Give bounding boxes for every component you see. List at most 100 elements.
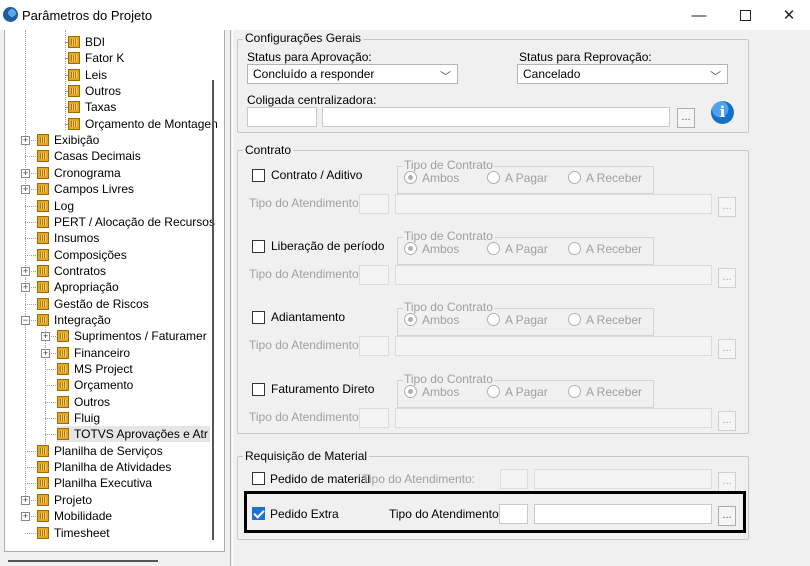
tree-item[interactable]: Orçamento de Montagen — [68, 116, 218, 132]
collapse-icon[interactable]: − — [21, 315, 30, 325]
tree-item-label: Taxas — [85, 100, 117, 115]
tree-item[interactable]: Insumos — [37, 230, 99, 246]
approval-status-select[interactable]: Concluído a responder ﹀ — [247, 64, 458, 84]
expand-icon[interactable]: + — [21, 512, 30, 522]
atendimento-browse-button[interactable]: ... — [718, 268, 736, 288]
tree-item[interactable]: BDI — [68, 34, 105, 50]
radio-ambos[interactable] — [404, 385, 417, 398]
material-requisition-title: Requisição de Material — [243, 449, 370, 463]
tree-item[interactable]: Fator K — [68, 50, 124, 66]
pedido-material-browse-button[interactable]: ... — [718, 472, 736, 492]
tree-item[interactable]: Integração — [37, 312, 111, 328]
expand-icon[interactable]: + — [21, 495, 30, 505]
radio-ambos[interactable] — [404, 313, 417, 326]
tree-item[interactable]: Contratos — [37, 263, 106, 279]
radio-a-pagar[interactable] — [487, 242, 500, 255]
folder-settings-icon — [37, 313, 49, 326]
radio-ambos[interactable] — [404, 171, 417, 184]
atendimento-code-input[interactable] — [359, 265, 389, 285]
atendimento-name-input[interactable] — [395, 194, 712, 214]
radio-a-receber[interactable] — [568, 313, 581, 326]
tree-connector — [65, 123, 67, 125]
expand-icon[interactable]: + — [21, 136, 30, 146]
tree-item-label: Orçamento de Montagen — [85, 116, 218, 131]
radio-a-receber[interactable] — [568, 385, 581, 398]
radio-a-receber[interactable] — [568, 171, 581, 184]
expand-icon[interactable]: + — [21, 266, 30, 276]
tree-item[interactable]: TOTVS Aprovações e Atr — [57, 426, 210, 443]
tree-item[interactable]: Orçamento — [57, 377, 133, 393]
contract-row-checkbox[interactable] — [252, 240, 265, 253]
tree-item[interactable]: Log — [37, 198, 74, 214]
radio-a-pagar[interactable] — [487, 171, 500, 184]
expand-icon[interactable]: + — [21, 283, 30, 293]
tree-item[interactable]: Fluig — [57, 410, 100, 426]
pedido-material-atendimento-code[interactable] — [500, 469, 528, 489]
radio-ambos[interactable] — [404, 242, 417, 255]
tree-item[interactable]: Outros — [57, 394, 110, 410]
tree-horizontal-scrollbar[interactable] — [8, 560, 158, 562]
radio-ambos-label: Ambos — [422, 385, 460, 399]
minimize-button[interactable]: — — [676, 0, 722, 30]
tree-item[interactable]: Apropriação — [37, 279, 119, 295]
rejection-status-select[interactable]: Cancelado ﹀ — [517, 64, 728, 84]
tree-item-label: BDI — [85, 35, 106, 49]
atendimento-browse-button[interactable]: ... — [718, 339, 736, 359]
atendimento-code-input[interactable] — [359, 194, 389, 214]
maximize-button[interactable] — [722, 0, 768, 30]
folder-settings-icon — [57, 395, 69, 408]
tree-item[interactable]: PERT / Alocação de Recursos — [37, 214, 215, 230]
radio-a-pagar-label: A Pagar — [505, 171, 548, 185]
info-icon[interactable]: i — [711, 101, 734, 124]
contract-row-checkbox[interactable] — [252, 169, 265, 182]
pedido-material-atendimento-name[interactable] — [534, 469, 712, 489]
tree-item[interactable]: Leis — [68, 67, 107, 83]
expand-icon[interactable]: + — [41, 348, 50, 358]
tree-item[interactable]: Suprimentos / Faturamer — [57, 328, 207, 344]
atendimento-code-input[interactable] — [359, 408, 389, 428]
radio-a-pagar[interactable] — [487, 313, 500, 326]
atendimento-name-input[interactable] — [395, 336, 712, 356]
tree-item[interactable]: Outros — [68, 83, 121, 99]
maximize-icon — [739, 9, 751, 21]
tree-item[interactable]: Planilha Executiva — [37, 475, 152, 491]
coligada-name-input[interactable] — [322, 107, 670, 127]
tree-vertical-scrollbar[interactable] — [212, 80, 214, 540]
tree-item[interactable]: Planilha de Atividades — [37, 459, 171, 475]
radio-ambos-label: Ambos — [422, 171, 460, 185]
panel-splitter[interactable] — [230, 30, 233, 566]
tree-item[interactable]: MS Project — [57, 361, 133, 377]
atendimento-browse-button[interactable]: ... — [718, 197, 736, 217]
tree-item[interactable]: Exibição — [37, 132, 99, 148]
tree-item[interactable]: Composições — [37, 247, 127, 263]
expand-icon[interactable]: + — [21, 185, 30, 195]
folder-settings-icon — [37, 444, 49, 457]
tree-item[interactable]: Taxas — [68, 99, 116, 115]
tree-item-label: Campos Livres — [54, 182, 135, 197]
tree-item[interactable]: Projeto — [37, 492, 92, 508]
coligada-code-input[interactable] — [247, 107, 317, 127]
tree-item[interactable]: Timesheet — [37, 525, 110, 541]
radio-a-pagar[interactable] — [487, 385, 500, 398]
settings-tree[interactable]: BDI Fator K Leis Outros Taxas Orçamento de Mo… — [4, 30, 225, 552]
tree-item[interactable]: Casas Decimais — [37, 148, 141, 164]
tree-item[interactable]: Financeiro — [57, 345, 130, 361]
tree-connector — [65, 74, 67, 76]
pedido-material-checkbox[interactable] — [252, 472, 265, 485]
atendimento-browse-button[interactable]: ... — [718, 411, 736, 431]
tree-item[interactable]: Campos Livres — [37, 181, 134, 197]
atendimento-name-input[interactable] — [395, 408, 712, 428]
atendimento-code-input[interactable] — [359, 336, 389, 356]
radio-a-receber[interactable] — [568, 242, 581, 255]
tree-item[interactable]: Planilha de Serviços — [37, 443, 163, 459]
contract-row-checkbox[interactable] — [252, 311, 265, 324]
expand-icon[interactable]: + — [21, 168, 30, 178]
contract-row-checkbox[interactable] — [252, 383, 265, 396]
coligada-browse-button[interactable]: ... — [677, 108, 695, 128]
tree-item[interactable]: Cronograma — [37, 165, 121, 181]
tree-item[interactable]: Gestão de Riscos — [37, 296, 149, 312]
atendimento-name-input[interactable] — [395, 265, 712, 285]
close-button[interactable]: ✕ — [766, 0, 810, 30]
tree-item[interactable]: Mobilidade — [37, 508, 112, 524]
expand-icon[interactable]: + — [41, 332, 50, 342]
